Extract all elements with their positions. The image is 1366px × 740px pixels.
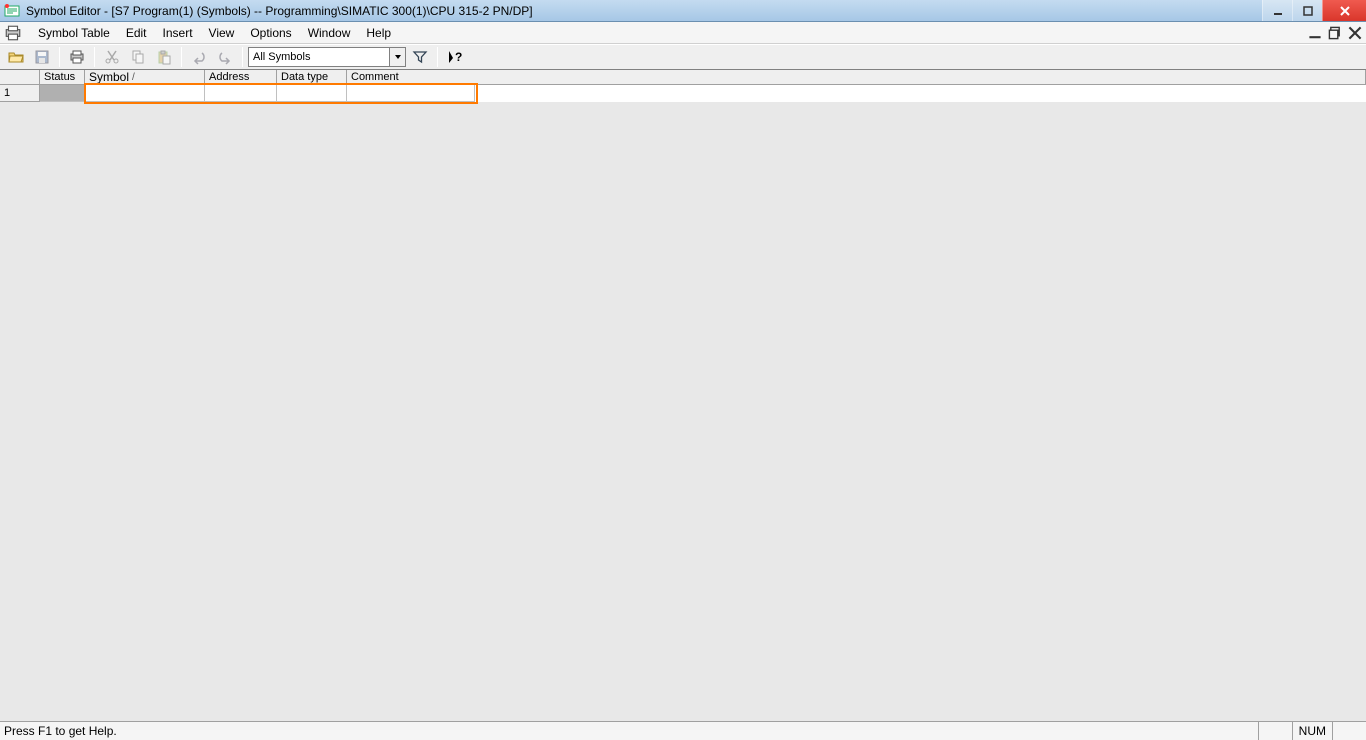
cell-status[interactable] — [40, 85, 85, 102]
menu-insert[interactable]: Insert — [155, 22, 201, 43]
printer-icon — [4, 24, 22, 42]
save-button[interactable] — [30, 46, 54, 68]
cut-button[interactable] — [100, 46, 124, 68]
menu-options[interactable]: Options — [242, 22, 299, 43]
header-symbol-label: Symbol — [89, 70, 129, 84]
header-comment[interactable]: Comment — [347, 70, 1366, 84]
header-status[interactable]: Status — [40, 70, 85, 84]
status-message: Press F1 to get Help. — [0, 724, 1258, 738]
cell-comment[interactable] — [347, 85, 475, 102]
menu-edit[interactable]: Edit — [118, 22, 155, 43]
close-button[interactable] — [1322, 0, 1366, 21]
window-title: Symbol Editor - [S7 Program(1) (Symbols)… — [26, 4, 1262, 18]
context-help-button[interactable]: ? — [443, 46, 467, 68]
grid-header: Status Symbol/ Address Data type Comment — [0, 70, 1366, 85]
menu-window[interactable]: Window — [300, 22, 359, 43]
status-numlock: NUM — [1292, 722, 1332, 740]
maximize-button[interactable] — [1292, 0, 1322, 21]
window-titlebar: Symbol Editor - [S7 Program(1) (Symbols)… — [0, 0, 1366, 22]
menubar: Symbol Table Edit Insert View Options Wi… — [0, 22, 1366, 44]
minimize-button[interactable] — [1262, 0, 1292, 21]
filter-combo[interactable] — [248, 47, 406, 67]
toolbar-separator — [181, 47, 182, 67]
paste-button[interactable] — [152, 46, 176, 68]
status-cell — [1332, 722, 1366, 740]
sort-indicator-icon: / — [132, 72, 135, 83]
toolbar: ? — [0, 44, 1366, 70]
window-controls — [1262, 0, 1366, 21]
open-button[interactable] — [4, 46, 28, 68]
cell-symbol[interactable] — [85, 85, 205, 102]
header-datatype[interactable]: Data type — [277, 70, 347, 84]
menu-symbol-table[interactable]: Symbol Table — [30, 22, 118, 43]
header-symbol[interactable]: Symbol/ — [85, 70, 205, 84]
redo-button[interactable] — [213, 46, 237, 68]
mdi-controls — [1308, 26, 1366, 40]
cell-datatype[interactable] — [277, 85, 347, 102]
toolbar-separator — [242, 47, 243, 67]
app-icon — [4, 3, 20, 19]
status-cell — [1258, 722, 1292, 740]
mdi-close-button[interactable] — [1348, 26, 1362, 40]
table-row[interactable]: 1 — [0, 85, 1366, 102]
row-number[interactable]: 1 — [0, 85, 40, 102]
symbol-grid: Status Symbol/ Address Data type Comment… — [0, 70, 1366, 721]
header-rownum[interactable] — [0, 70, 40, 84]
mdi-restore-button[interactable] — [1328, 26, 1342, 40]
toolbar-separator — [437, 47, 438, 67]
chevron-down-icon[interactable] — [389, 48, 405, 66]
header-address[interactable]: Address — [205, 70, 277, 84]
toolbar-separator — [94, 47, 95, 67]
copy-button[interactable] — [126, 46, 150, 68]
toolbar-separator — [59, 47, 60, 67]
filter-combo-input[interactable] — [249, 48, 389, 66]
cell-address[interactable] — [205, 85, 277, 102]
statusbar: Press F1 to get Help. NUM — [0, 721, 1366, 740]
menu-help[interactable]: Help — [358, 22, 399, 43]
filter-button[interactable] — [408, 46, 432, 68]
menu-view[interactable]: View — [201, 22, 243, 43]
undo-button[interactable] — [187, 46, 211, 68]
mdi-minimize-button[interactable] — [1308, 26, 1322, 40]
print-button[interactable] — [65, 46, 89, 68]
svg-text:?: ? — [455, 50, 462, 64]
